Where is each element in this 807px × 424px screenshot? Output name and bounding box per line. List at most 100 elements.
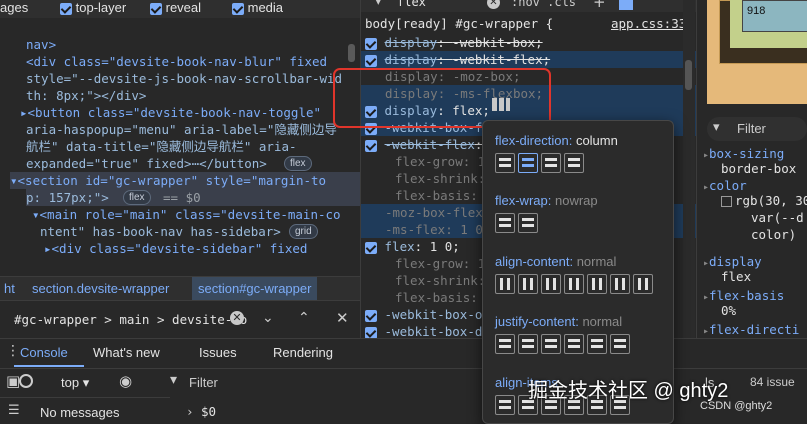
computed-property[interactable]: ▸flex-basis [703,288,784,303]
dom-line[interactable]: ntent" has-book-nav has-sidebar> [40,223,281,240]
dom-line[interactable]: <div class="devsite-book-nav-blur" fixed [26,53,327,70]
property-name[interactable]: -webkit-box-or [385,307,490,322]
dom-line[interactable]: ▸<div class="devsite-sidebar" fixed [44,240,307,257]
flex-option-button[interactable] [587,334,607,354]
computed-property[interactable]: ▸flex-directi [703,322,799,337]
crumb-devsite-wrapper[interactable]: section.devsite-wrapper [32,281,169,296]
computed-property[interactable]: ▸display [703,254,762,269]
tab-rendering[interactable]: Rendering [273,345,333,360]
tab-issues[interactable]: Issues [199,345,237,360]
flex-option-button[interactable] [633,274,653,294]
flex-option-button[interactable] [610,274,630,294]
flex-badge[interactable]: flex [284,156,312,171]
reveal-checkbox[interactable]: reveal [150,0,201,15]
styles-filter-input[interactable]: flex [397,0,426,9]
dom-line[interactable]: aria-haspopup="menu" aria-label="隐藏侧边导 [26,121,337,138]
clear-filter-icon[interactable]: ✕ [487,0,500,9]
flex-option-button[interactable] [518,274,538,294]
dom-line[interactable]: ▾<section id="gc-wrapper" style="margin-… [10,172,360,189]
declaration-checkbox[interactable] [365,37,377,50]
flex-option-button[interactable] [495,395,515,415]
property-name[interactable]: flex-grow [395,256,463,271]
property-name[interactable]: flex-basis [395,290,470,305]
declaration-checkbox[interactable] [365,309,377,322]
dom-line[interactable]: expanded="true" fixed>⋯</button> [26,155,267,172]
dom-line[interactable]: ▸<button class="devsite-book-nav-toggle" [20,104,321,121]
top-layer-checkbox[interactable]: top-layer [60,0,126,15]
chevron-down-icon[interactable]: ⌄ [262,310,274,326]
flex-option-button[interactable] [518,334,538,354]
property-name[interactable]: -ms-flex [385,222,445,237]
clear-console-icon[interactable] [19,374,33,388]
property-name[interactable]: -webkit-box-di [385,324,490,338]
new-rule-icon[interactable]: + [593,0,606,11]
scrollbar-thumb[interactable] [348,44,355,62]
property-value[interactable]: -webkit-flex; [452,52,550,67]
flex-option-button[interactable] [541,274,561,294]
property-name[interactable]: flex-shrink [395,273,478,288]
computed-property[interactable]: ▸color [703,178,747,193]
styles-scroll-thumb[interactable] [685,60,692,90]
more-tabs-icon[interactable]: ⋮ [6,343,20,359]
style-declaration[interactable]: display: -webkit-box; [361,34,696,51]
declaration-checkbox[interactable] [365,139,377,152]
declaration-checkbox[interactable] [365,54,377,67]
crumb-ht[interactable]: ht [4,281,15,296]
rule-source-link[interactable]: app.css:33 [611,16,686,31]
color-swatch[interactable] [721,196,732,207]
property-name[interactable]: flex [385,239,415,254]
declaration-checkbox[interactable] [365,241,377,254]
no-messages[interactable]: No messages [40,405,119,420]
flex-option-button[interactable] [495,334,515,354]
property-value[interactable]: -webkit-box; [452,35,542,50]
hov-cls-toggle[interactable]: :hov .cls [511,0,576,9]
property-value[interactable]: 1 0; [430,239,460,254]
property-name[interactable]: -moz-box-flex [385,205,483,220]
flex-option-button[interactable] [518,213,538,233]
property-name[interactable]: display [385,35,438,50]
issues-count[interactable]: 84 issue [750,375,795,389]
dom-line[interactable]: style="--devsite-js-book-nav-scrollbar-w… [26,70,342,87]
property-name[interactable]: -webkit-flex [385,137,475,152]
property-name[interactable]: flex-basis [395,188,470,203]
declaration-checkbox[interactable] [365,326,377,338]
flex-option-button[interactable] [564,274,584,294]
dom-line[interactable]: th: 8px;"></div> [26,87,146,104]
flex-option-button[interactable] [564,334,584,354]
clear-icon[interactable]: ✕ [230,311,244,325]
style-declaration[interactable]: display: -webkit-flex; [361,51,696,68]
computed-filter[interactable]: ▾ Filter [707,117,807,141]
eye-icon[interactable]: ◉ [119,372,132,390]
dom-search-input[interactable]: #gc-wrapper > main > devsite-co [14,312,247,327]
flex-option-button[interactable] [587,274,607,294]
console-input[interactable]: $0 [201,404,216,419]
grid-badge[interactable]: grid [289,224,318,239]
property-name[interactable]: flex-grow [395,154,463,169]
computed-sidebar-toggle-icon[interactable] [619,0,633,10]
flex-option-button[interactable] [495,153,515,173]
computed-property[interactable]: ▸box-sizing [703,146,784,161]
tab-whats-new[interactable]: What's new [93,345,160,360]
flex-editor-icon[interactable] [492,96,510,114]
flex-option-button[interactable] [495,274,515,294]
flex-option-button[interactable] [541,334,561,354]
close-search-icon[interactable]: ✕ [336,309,349,327]
property-name[interactable]: display [385,52,438,67]
dom-line[interactable]: 航栏" data-title="隐藏侧边导航栏" aria- [26,138,297,155]
flex-option-button[interactable] [610,334,630,354]
styles-scrollbar[interactable] [683,0,695,338]
console-filter-input[interactable]: Filter [189,375,218,390]
media-checkbox[interactable]: media [232,0,283,15]
property-name[interactable]: flex-shrink [395,171,478,186]
flex-option-button[interactable] [495,213,515,233]
dom-line[interactable]: nav> [26,36,56,53]
flex-option-button[interactable] [518,153,538,173]
flex-option-button[interactable] [541,153,561,173]
tab-console[interactable]: Console [20,345,68,360]
crumb-gc-wrapper[interactable]: section#gc-wrapper [192,277,318,301]
flex-badge-2[interactable]: flex [123,190,151,205]
chevron-up-icon[interactable]: ⌃ [298,310,310,326]
dom-line[interactable]: ▾<main role="main" class="devsite-main-c… [32,206,341,223]
context-select[interactable]: top ▾ [61,375,89,391]
flex-option-button[interactable] [564,153,584,173]
